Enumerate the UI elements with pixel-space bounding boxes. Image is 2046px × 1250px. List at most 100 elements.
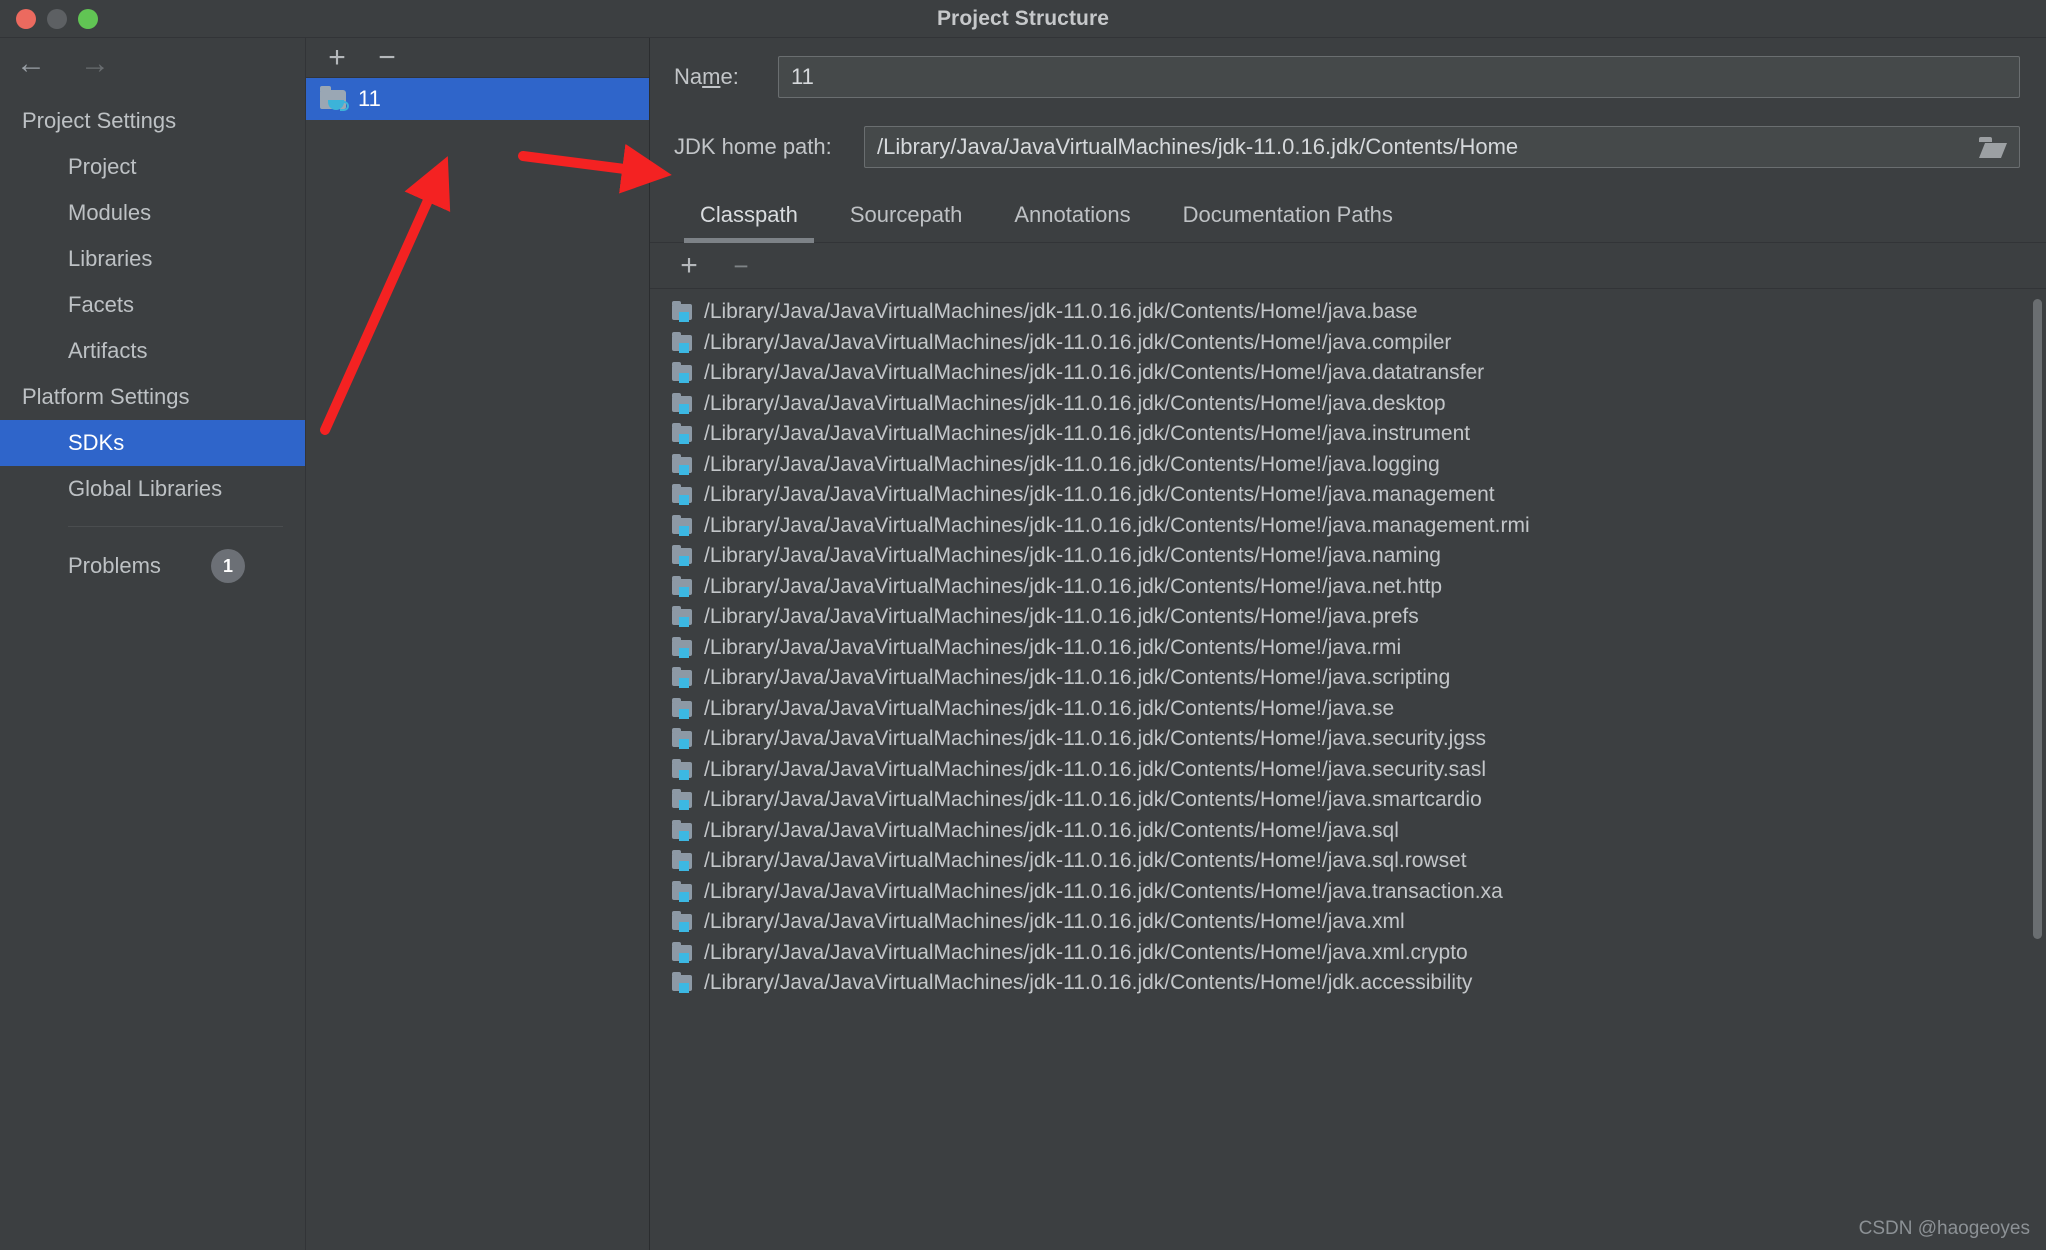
classpath-row[interactable]: /Library/Java/JavaVirtualMachines/jdk-11…: [650, 663, 2046, 694]
classpath-row[interactable]: /Library/Java/JavaVirtualMachines/jdk-11…: [650, 694, 2046, 725]
jar-module-icon: [672, 972, 694, 994]
classpath-row[interactable]: /Library/Java/JavaVirtualMachines/jdk-11…: [650, 328, 2046, 359]
classpath-row[interactable]: /Library/Java/JavaVirtualMachines/jdk-11…: [650, 785, 2046, 816]
name-label-part2: e:: [720, 64, 739, 89]
sdk-list-item-11[interactable]: 11: [306, 78, 649, 120]
name-label-mnemonic: m: [702, 64, 721, 89]
classpath-row-label: /Library/Java/JavaVirtualMachines/jdk-11…: [704, 452, 1440, 476]
classpath-row[interactable]: /Library/Java/JavaVirtualMachines/jdk-11…: [650, 846, 2046, 877]
remove-classpath-button[interactable]: −: [724, 249, 758, 283]
sidebar-item-problems[interactable]: Problems 1: [0, 541, 305, 591]
classpath-list[interactable]: /Library/Java/JavaVirtualMachines/jdk-11…: [650, 289, 2046, 995]
jar-module-icon: [672, 545, 694, 567]
name-field-row: Name: 11: [650, 56, 2046, 98]
sidebar-item-project[interactable]: Project: [0, 144, 305, 190]
classpath-toolbar: + −: [650, 243, 2046, 289]
classpath-row[interactable]: /Library/Java/JavaVirtualMachines/jdk-11…: [650, 450, 2046, 481]
classpath-row-label: /Library/Java/JavaVirtualMachines/jdk-11…: [704, 849, 1467, 873]
jdk-folder-icon: [320, 86, 349, 111]
classpath-row[interactable]: /Library/Java/JavaVirtualMachines/jdk-11…: [650, 724, 2046, 755]
close-button[interactable]: [16, 9, 36, 29]
minimize-button[interactable]: [47, 9, 67, 29]
arrow-right-icon[interactable]: →: [78, 47, 112, 81]
jar-module-icon: [672, 819, 694, 841]
project-structure-window: Project Structure ← → Project Settings P…: [0, 0, 2046, 1250]
classpath-row[interactable]: /Library/Java/JavaVirtualMachines/jdk-11…: [650, 297, 2046, 328]
folder-open-icon[interactable]: [1979, 136, 2007, 158]
sidebar-item-global-libraries[interactable]: Global Libraries: [0, 466, 305, 512]
classpath-row-label: /Library/Java/JavaVirtualMachines/jdk-11…: [704, 818, 1399, 842]
jar-module-icon: [672, 362, 694, 384]
jar-module-icon: [672, 697, 694, 719]
sidebar-item-facets[interactable]: Facets: [0, 282, 305, 328]
classpath-row-label: /Library/Java/JavaVirtualMachines/jdk-11…: [704, 391, 1446, 415]
classpath-row[interactable]: /Library/Java/JavaVirtualMachines/jdk-11…: [650, 389, 2046, 420]
sdk-detail-pane: Name: 11 JDK home path: /Library/Java/Ja…: [650, 38, 2046, 1250]
jar-module-icon: [672, 331, 694, 353]
jdk-home-path-row: JDK home path: /Library/Java/JavaVirtual…: [650, 126, 2046, 168]
title-bar: Project Structure: [0, 0, 2046, 38]
sidebar-group-platform-settings: Platform Settings: [22, 384, 190, 409]
jar-module-icon: [672, 392, 694, 414]
sidebar-item-libraries[interactable]: Libraries: [0, 236, 305, 282]
watermark: CSDN @haogeoyes: [1858, 1218, 2030, 1239]
remove-sdk-button[interactable]: −: [370, 41, 404, 75]
classpath-row[interactable]: /Library/Java/JavaVirtualMachines/jdk-11…: [650, 572, 2046, 603]
classpath-row[interactable]: /Library/Java/JavaVirtualMachines/jdk-11…: [650, 968, 2046, 995]
classpath-row[interactable]: /Library/Java/JavaVirtualMachines/jdk-11…: [650, 755, 2046, 786]
jar-module-icon: [672, 301, 694, 323]
jdk-home-path-value: /Library/Java/JavaVirtualMachines/jdk-11…: [877, 134, 1519, 159]
classpath-row-label: /Library/Java/JavaVirtualMachines/jdk-11…: [704, 483, 1495, 507]
classpath-row[interactable]: /Library/Java/JavaVirtualMachines/jdk-11…: [650, 541, 2046, 572]
sdk-list-item-label: 11: [358, 86, 381, 111]
classpath-row-label: /Library/Java/JavaVirtualMachines/jdk-11…: [704, 422, 1471, 446]
name-input[interactable]: 11: [778, 56, 2020, 98]
tab-documentation-paths[interactable]: Documentation Paths: [1157, 194, 1419, 242]
classpath-row-label: /Library/Java/JavaVirtualMachines/jdk-11…: [704, 757, 1487, 781]
add-sdk-button[interactable]: +: [320, 41, 354, 75]
detail-tabs: Classpath Sourcepath Annotations Documen…: [650, 194, 2046, 243]
classpath-row[interactable]: /Library/Java/JavaVirtualMachines/jdk-11…: [650, 907, 2046, 938]
name-label: Name:: [674, 64, 774, 90]
classpath-row[interactable]: /Library/Java/JavaVirtualMachines/jdk-11…: [650, 938, 2046, 969]
classpath-row-label: /Library/Java/JavaVirtualMachines/jdk-11…: [704, 574, 1443, 598]
sidebar-item-modules[interactable]: Modules: [0, 190, 305, 236]
jar-module-icon: [672, 789, 694, 811]
classpath-row[interactable]: /Library/Java/JavaVirtualMachines/jdk-11…: [650, 419, 2046, 450]
classpath-row-label: /Library/Java/JavaVirtualMachines/jdk-11…: [704, 513, 1530, 537]
jar-module-icon: [672, 606, 694, 628]
classpath-row[interactable]: /Library/Java/JavaVirtualMachines/jdk-11…: [650, 816, 2046, 847]
arrow-left-icon[interactable]: ←: [14, 47, 48, 81]
tab-classpath[interactable]: Classpath: [674, 194, 824, 243]
classpath-row-label: /Library/Java/JavaVirtualMachines/jdk-11…: [704, 544, 1441, 568]
classpath-row[interactable]: /Library/Java/JavaVirtualMachines/jdk-11…: [650, 633, 2046, 664]
classpath-row[interactable]: /Library/Java/JavaVirtualMachines/jdk-11…: [650, 358, 2046, 389]
classpath-row[interactable]: /Library/Java/JavaVirtualMachines/jdk-11…: [650, 602, 2046, 633]
jdk-home-path-input[interactable]: /Library/Java/JavaVirtualMachines/jdk-11…: [864, 126, 2020, 168]
classpath-row-label: /Library/Java/JavaVirtualMachines/jdk-11…: [704, 696, 1395, 720]
sidebar-item-sdks[interactable]: SDKs: [0, 420, 305, 466]
classpath-row-label: /Library/Java/JavaVirtualMachines/jdk-11…: [704, 788, 1482, 812]
classpath-row-label: /Library/Java/JavaVirtualMachines/jdk-11…: [704, 330, 1452, 354]
jar-module-icon: [672, 728, 694, 750]
sdk-toolbar: + −: [306, 38, 649, 78]
problems-count-badge: 1: [211, 549, 245, 583]
window-controls: [16, 0, 98, 38]
jdk-home-path-label: JDK home path:: [674, 134, 832, 159]
jar-module-icon: [672, 636, 694, 658]
sidebar-item-artifacts[interactable]: Artifacts: [0, 328, 305, 374]
classpath-row[interactable]: /Library/Java/JavaVirtualMachines/jdk-11…: [650, 877, 2046, 908]
tab-sourcepath[interactable]: Sourcepath: [824, 194, 989, 242]
tab-annotations[interactable]: Annotations: [988, 194, 1156, 242]
classpath-row[interactable]: /Library/Java/JavaVirtualMachines/jdk-11…: [650, 480, 2046, 511]
classpath-scrollbar[interactable]: [2033, 299, 2042, 939]
add-classpath-button[interactable]: +: [672, 249, 706, 283]
jar-module-icon: [672, 484, 694, 506]
sidebar-item-problems-label: Problems: [68, 553, 161, 578]
classpath-row-label: /Library/Java/JavaVirtualMachines/jdk-11…: [704, 300, 1418, 324]
sidebar-list: Project Settings Project Modules Librari…: [0, 98, 305, 591]
maximize-button[interactable]: [78, 9, 98, 29]
classpath-row-label: /Library/Java/JavaVirtualMachines/jdk-11…: [704, 910, 1405, 934]
classpath-row[interactable]: /Library/Java/JavaVirtualMachines/jdk-11…: [650, 511, 2046, 542]
settings-sidebar: ← → Project Settings Project Modules Lib…: [0, 38, 306, 1250]
